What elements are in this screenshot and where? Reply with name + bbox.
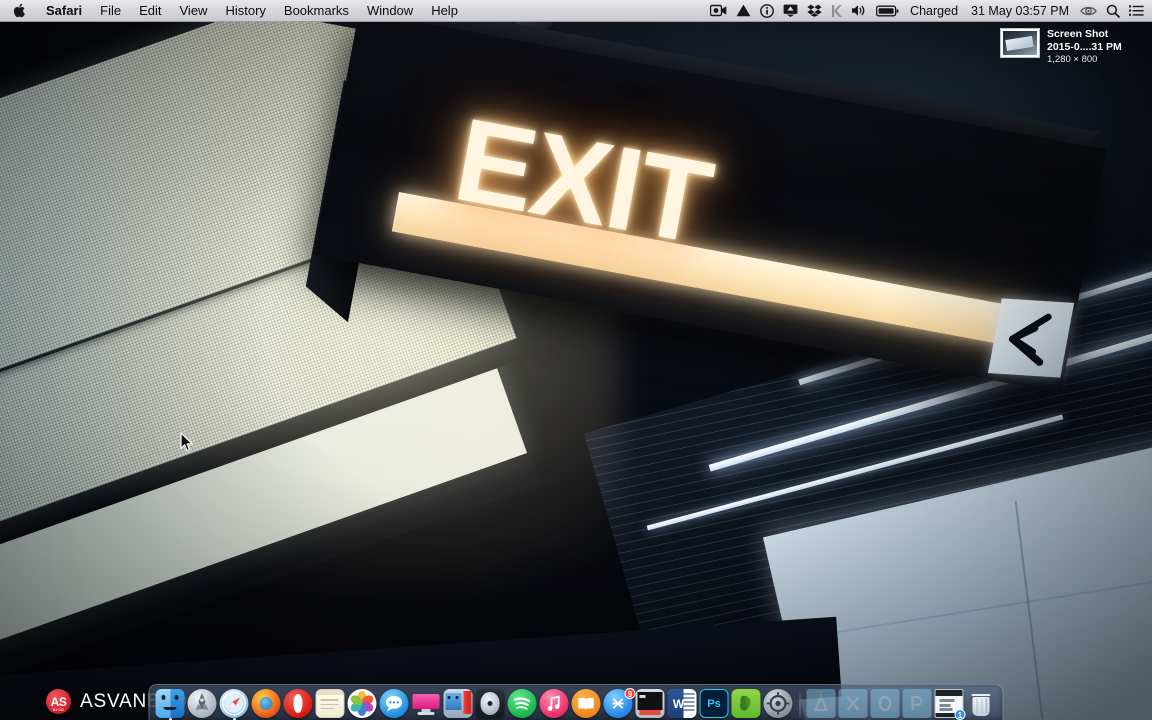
kaspersky-k-icon[interactable] — [831, 0, 842, 21]
dock-stack-item-microsoft-outlook[interactable] — [870, 689, 901, 719]
menu-bar-clock[interactable]: 31 May 03:57 PM — [969, 4, 1071, 18]
menu-bar: Safari File Edit View History Bookmarks … — [0, 0, 1152, 22]
dock-stack-item-microsoft-powerpoint[interactable] — [902, 689, 933, 719]
battery-status-label[interactable]: Charged — [908, 4, 960, 18]
desktop-file-title-line1: Screen Shot — [1047, 28, 1109, 40]
eye-icon[interactable] — [1080, 0, 1097, 21]
watermark-badge-sub: BLOG — [52, 708, 65, 712]
dropbox-icon[interactable] — [807, 0, 822, 21]
menu-item-history[interactable]: History — [216, 0, 274, 21]
dock-item-system-preferences[interactable] — [763, 689, 794, 719]
menu-item-window[interactable]: Window — [358, 0, 422, 21]
desktop-file-title-line2: 2015-0....31 PM — [1047, 40, 1122, 53]
desktop-wallpaper: EXIT — [0, 0, 1152, 720]
menu-item-bookmarks[interactable]: Bookmarks — [275, 0, 358, 21]
dock-item-app-store[interactable]: 9 — [603, 688, 636, 719]
search-icon[interactable] — [1106, 0, 1120, 21]
desktop-screen: EXIT Safari File Edit View History Bookm… — [0, 0, 1152, 720]
dock-item-teamviewer[interactable] — [412, 689, 442, 719]
menu-bar-left: Safari File Edit View History Bookmarks … — [0, 0, 467, 21]
dock-item-trash[interactable] — [967, 689, 997, 719]
watermark-badge-icon: AS BLOG — [46, 689, 71, 714]
app-store-badge: 9 — [624, 688, 636, 699]
dock-item-safari[interactable] — [219, 689, 250, 720]
dock-stack-item-microsoft-excel[interactable] — [838, 689, 869, 719]
dock-item-microsoft-word[interactable]: W — [667, 689, 698, 719]
arrow-left-icon — [987, 298, 1075, 378]
battery-icon[interactable] — [876, 0, 899, 21]
apple-logo-icon[interactable] — [0, 0, 37, 21]
info-circle-icon[interactable] — [760, 0, 774, 21]
google-drive-icon[interactable] — [736, 0, 751, 21]
watermark-badge-text: AS — [50, 694, 67, 709]
menu-bar-status-area: Charged 31 May 03:57 PM — [710, 0, 1152, 21]
menu-item-help[interactable]: Help — [422, 0, 467, 21]
dock-item-spotify[interactable] — [507, 689, 538, 719]
dock-item-photoshop[interactable]: Ps — [699, 689, 730, 719]
dock[interactable]: 9 W Ps 1 — [148, 684, 1004, 720]
dock-stack-item-microsoft-access[interactable] — [806, 689, 837, 719]
dock-item-firefox[interactable] — [251, 689, 282, 719]
dock-separator — [799, 691, 801, 719]
volume-icon[interactable] — [851, 0, 867, 21]
desktop-file-meta: Screen Shot 2015-0....31 PM 1,280 × 800 — [1047, 28, 1146, 66]
dock-item-evernote[interactable] — [731, 689, 762, 719]
airplay-display-icon[interactable] — [783, 0, 798, 21]
menu-item-file[interactable]: File — [91, 0, 130, 21]
dock-item-launchpad[interactable] — [187, 689, 218, 719]
dock-item-ibooks[interactable] — [571, 689, 602, 719]
dock-item-notes[interactable] — [315, 689, 346, 719]
dock-item-messages[interactable] — [379, 689, 410, 719]
menu-item-edit[interactable]: Edit — [130, 0, 170, 21]
dock-item-photos[interactable] — [347, 689, 378, 719]
dock-item-finder[interactable] — [155, 689, 186, 720]
desktop-file-item[interactable]: Screen Shot 2015-0....31 PM 1,280 × 800 — [1000, 28, 1146, 66]
dock-item-downloads-stack[interactable]: 1 — [934, 689, 966, 720]
dock-item-terminal[interactable] — [635, 689, 666, 719]
notification-center-icon[interactable] — [1129, 0, 1144, 21]
screen-recording-icon[interactable] — [710, 0, 727, 21]
dock-item-commander-one[interactable] — [443, 689, 474, 719]
dock-item-itunes[interactable] — [539, 689, 570, 719]
downloads-badge: 1 — [954, 709, 966, 720]
menu-app-name[interactable]: Safari — [37, 0, 91, 21]
screenshot-thumbnail[interactable] — [1000, 28, 1040, 58]
dock-item-opera[interactable] — [283, 689, 314, 719]
menu-item-view[interactable]: View — [171, 0, 217, 21]
photoshop-letter: Ps — [707, 697, 721, 710]
watermark-text-strong: ASVAN — [80, 690, 148, 712]
dock-item-disk-utility[interactable] — [475, 689, 506, 719]
desktop-file-dimensions: 1,280 × 800 — [1047, 54, 1098, 65]
mouse-pointer-icon — [180, 432, 194, 457]
